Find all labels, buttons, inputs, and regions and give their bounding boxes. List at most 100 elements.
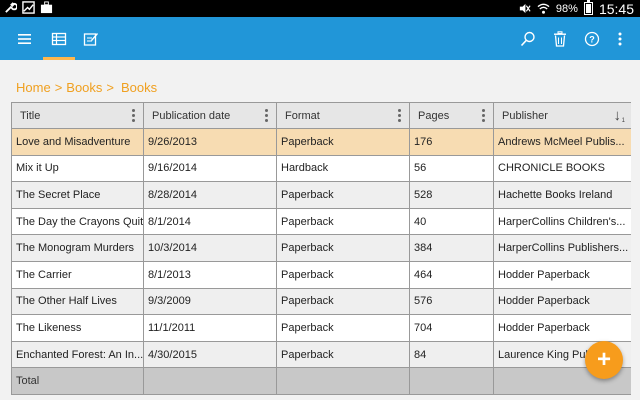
wrench-icon xyxy=(5,2,17,13)
cell-publisher: Hachette Books Ireland xyxy=(493,182,631,208)
cell-publication-date: 4/30/2015 xyxy=(143,341,276,368)
image-icon xyxy=(22,1,35,14)
cell-pages: 576 xyxy=(409,288,493,315)
menu-button[interactable] xyxy=(9,17,41,60)
table-view-icon xyxy=(51,32,67,45)
cell-title: The Likeness xyxy=(11,315,143,341)
edit-form-button[interactable] xyxy=(75,17,107,60)
column-label: Format xyxy=(285,109,320,122)
table-row[interactable]: The Likeness 11/1/2011 Paperback 704 Hodder … xyxy=(11,315,631,342)
battery-percent: 98% xyxy=(555,2,578,15)
cell-publication-date: 9/26/2013 xyxy=(143,129,276,155)
cell-pages: 40 xyxy=(409,208,493,235)
breadcrumb-books[interactable]: Books xyxy=(66,80,102,95)
table-row[interactable]: Mix it Up 9/16/2014 Hardback 56 CHRONICLE BO… xyxy=(11,155,631,183)
total-label: Total xyxy=(11,368,143,395)
column-header-publication-date[interactable]: Publication date xyxy=(143,103,276,128)
cell-pages: 464 xyxy=(409,261,493,288)
column-label: Title xyxy=(20,109,41,122)
table-header: Title Publication date Format Pages Publ… xyxy=(11,102,631,129)
delete-icon xyxy=(554,30,566,47)
column-header-format[interactable]: Format xyxy=(276,103,409,128)
overflow-menu-button[interactable] xyxy=(604,17,636,60)
search-button[interactable] xyxy=(512,17,544,60)
cell-title: The Carrier xyxy=(11,261,143,288)
cell-title: The Monogram Murders xyxy=(11,235,143,261)
cell-publisher: HarperCollins Children's... xyxy=(493,208,631,235)
column-label: Publisher xyxy=(502,109,548,122)
total-cell xyxy=(409,368,493,395)
cell-title: Love and Misadventure xyxy=(11,129,143,155)
cell-pages: 704 xyxy=(409,315,493,341)
breadcrumb-separator: > xyxy=(106,80,115,95)
add-icon: + xyxy=(596,346,611,373)
cell-format: Paperback xyxy=(276,261,409,288)
table-row[interactable]: Enchanted Forest: An In... 4/30/2015 Paper… xyxy=(11,341,631,369)
cell-format: Paperback xyxy=(276,235,409,261)
column-label: Publication date xyxy=(152,109,231,122)
column-menu-icon[interactable] xyxy=(398,109,401,122)
table-row[interactable]: The Carrier 8/1/2013 Paperback 464 Hodder Pa… xyxy=(11,261,631,289)
cell-publisher: Hodder Paperback xyxy=(493,315,631,341)
cell-title: The Other Half Lives xyxy=(11,288,143,315)
wifi-icon xyxy=(537,3,550,14)
cell-pages: 84 xyxy=(409,341,493,368)
table-row[interactable]: The Day the Crayons Quit 8/1/2014 Paperbac… xyxy=(11,208,631,236)
table-row[interactable]: The Secret Place 8/28/2014 Paperback 528 Hac… xyxy=(11,182,631,209)
total-cell xyxy=(276,368,409,395)
mute-icon xyxy=(519,3,531,14)
cell-publication-date: 9/3/2009 xyxy=(143,288,276,315)
table-view-button[interactable] xyxy=(43,17,75,60)
cell-publisher: Hodder Paperback xyxy=(493,288,631,315)
menu-icon xyxy=(18,33,31,44)
table-row[interactable]: Love and Misadventure 9/26/2013 Paperback 1… xyxy=(11,129,631,156)
table-row[interactable]: The Monogram Murders 10/3/2014 Paperback 38… xyxy=(11,235,631,262)
delete-button[interactable] xyxy=(544,17,576,60)
breadcrumb-current: Books xyxy=(121,80,158,95)
breadcrumb-home[interactable]: Home xyxy=(16,80,51,95)
cell-publication-date: 11/1/2011 xyxy=(143,315,276,341)
cell-publication-date: 9/16/2014 xyxy=(143,155,276,182)
column-menu-icon[interactable] xyxy=(482,109,485,122)
cell-format: Paperback xyxy=(276,288,409,315)
total-cell xyxy=(143,368,276,395)
cell-title: Mix it Up xyxy=(11,155,143,182)
column-header-pages[interactable]: Pages xyxy=(409,103,493,128)
status-bar: 98% 15:45 xyxy=(0,0,640,17)
books-table: Title Publication date Format Pages Publ… xyxy=(11,102,631,396)
cell-publication-date: 8/1/2013 xyxy=(143,261,276,288)
cell-format: Hardback xyxy=(276,155,409,182)
cell-publication-date: 10/3/2014 xyxy=(143,235,276,261)
cell-pages: 528 xyxy=(409,182,493,208)
cell-format: Paperback xyxy=(276,315,409,341)
battery-icon xyxy=(583,0,593,15)
cell-publisher: HarperCollins Publishers... xyxy=(493,235,631,261)
edit-form-icon xyxy=(83,32,98,46)
column-label: Pages xyxy=(418,109,450,122)
briefcase-icon xyxy=(40,1,53,14)
cell-pages: 384 xyxy=(409,235,493,261)
cell-pages: 56 xyxy=(409,155,493,182)
add-record-button[interactable]: + xyxy=(585,341,623,379)
svg-text:?: ? xyxy=(589,34,595,44)
cell-format: Paperback xyxy=(276,341,409,368)
sort-descending-icon[interactable]: ↓ xyxy=(614,107,622,124)
column-header-title[interactable]: Title xyxy=(11,103,143,128)
table-row[interactable]: The Other Half Lives 9/3/2009 Paperback 576… xyxy=(11,288,631,316)
breadcrumb: Home > Books > Books xyxy=(16,80,157,95)
help-icon: ? xyxy=(584,31,600,46)
cell-title: The Day the Crayons Quit xyxy=(11,208,143,235)
breadcrumb-separator: > xyxy=(54,80,63,95)
clock: 15:45 xyxy=(598,0,634,17)
cell-format: Paperback xyxy=(276,208,409,235)
cell-publisher: Andrews McMeel Publis... xyxy=(493,129,631,155)
cell-format: Paperback xyxy=(276,182,409,208)
cell-publisher: CHRONICLE BOOKS xyxy=(493,155,631,182)
column-menu-icon[interactable] xyxy=(132,109,135,122)
cell-publisher: Hodder Paperback xyxy=(493,261,631,288)
cell-publication-date: 8/1/2014 xyxy=(143,208,276,235)
cell-title: The Secret Place xyxy=(11,182,143,208)
sort-order-index: 1 xyxy=(621,118,625,124)
column-menu-icon[interactable] xyxy=(265,109,268,122)
column-header-publisher[interactable]: Publisher ↓ 1 xyxy=(493,103,631,128)
